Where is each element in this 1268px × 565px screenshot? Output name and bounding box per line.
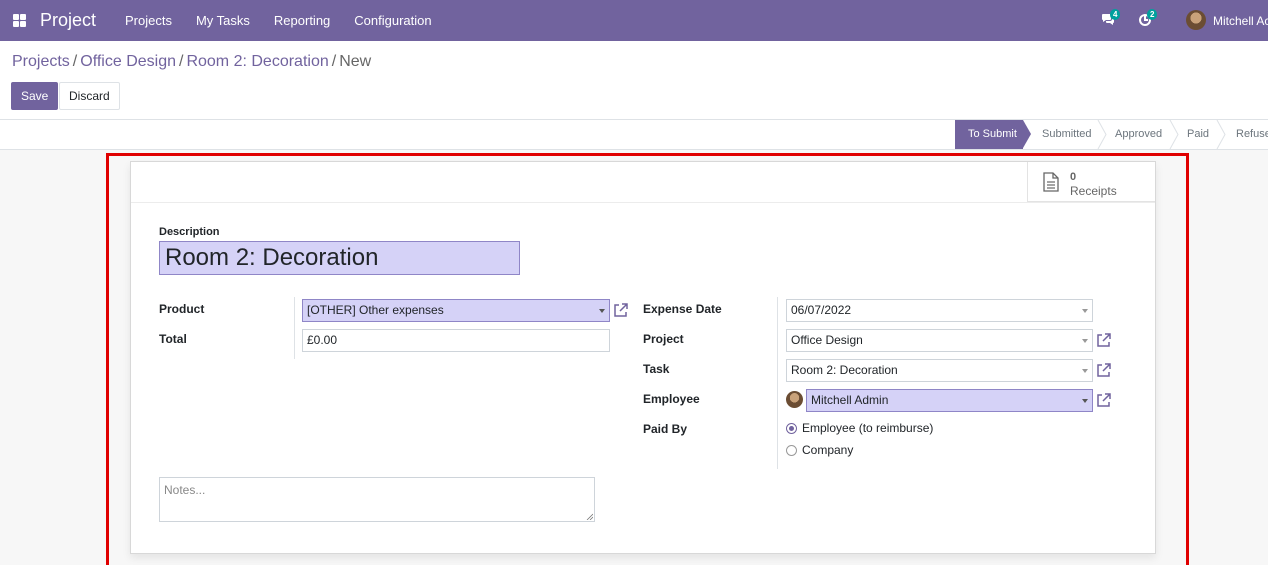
user-avatar[interactable] xyxy=(1186,10,1206,30)
top-navbar: Project Projects My Tasks Reporting Conf… xyxy=(0,0,1268,41)
breadcrumb: Projects / Office Design / Room 2: Decoratio… xyxy=(12,53,371,71)
activities-badge: 2 xyxy=(1147,9,1158,20)
highlight-box xyxy=(106,153,1189,565)
stage-separator xyxy=(1216,120,1226,149)
apps-menu-icon[interactable] xyxy=(13,14,26,27)
menu-item-configuration[interactable]: Configuration xyxy=(342,0,443,41)
activities-icon[interactable]: 2 xyxy=(1138,9,1158,31)
breadcrumb-current: New xyxy=(339,53,372,70)
app-brand[interactable]: Project xyxy=(40,10,96,31)
save-button[interactable]: Save xyxy=(11,82,59,110)
breadcrumb-separator: / xyxy=(72,53,78,70)
menu-item-reporting[interactable]: Reporting xyxy=(262,0,342,41)
stage-arrow xyxy=(1023,120,1031,148)
user-menu-name[interactable]: Mitchell Ac xyxy=(1213,14,1268,28)
stage-to-submit[interactable]: To Submit xyxy=(955,120,1023,149)
breadcrumb-projects[interactable]: Projects xyxy=(12,53,70,70)
discard-button[interactable]: Discard xyxy=(59,82,120,110)
menu-item-projects[interactable]: Projects xyxy=(113,0,184,41)
messages-icon[interactable]: 4 xyxy=(1101,9,1121,30)
messages-badge: 4 xyxy=(1110,9,1121,20)
stage-approved[interactable]: Approved xyxy=(1115,120,1162,149)
stage-separator xyxy=(1169,120,1179,149)
breadcrumb-room-2-decoration[interactable]: Room 2: Decoration xyxy=(186,53,328,70)
breadcrumb-separator: / xyxy=(331,53,337,70)
menu-item-my-tasks[interactable]: My Tasks xyxy=(184,0,262,41)
statusbar: To Submit Submitted Approved Paid Refuse xyxy=(0,119,1268,150)
stage-submitted[interactable]: Submitted xyxy=(1042,120,1092,149)
stage-refused[interactable]: Refuse xyxy=(1236,120,1268,149)
breadcrumb-office-design[interactable]: Office Design xyxy=(80,53,176,70)
stage-separator xyxy=(1097,120,1107,149)
breadcrumb-separator: / xyxy=(179,53,184,70)
main-menu: Projects My Tasks Reporting Configuratio… xyxy=(113,0,444,41)
stage-paid[interactable]: Paid xyxy=(1187,120,1209,149)
